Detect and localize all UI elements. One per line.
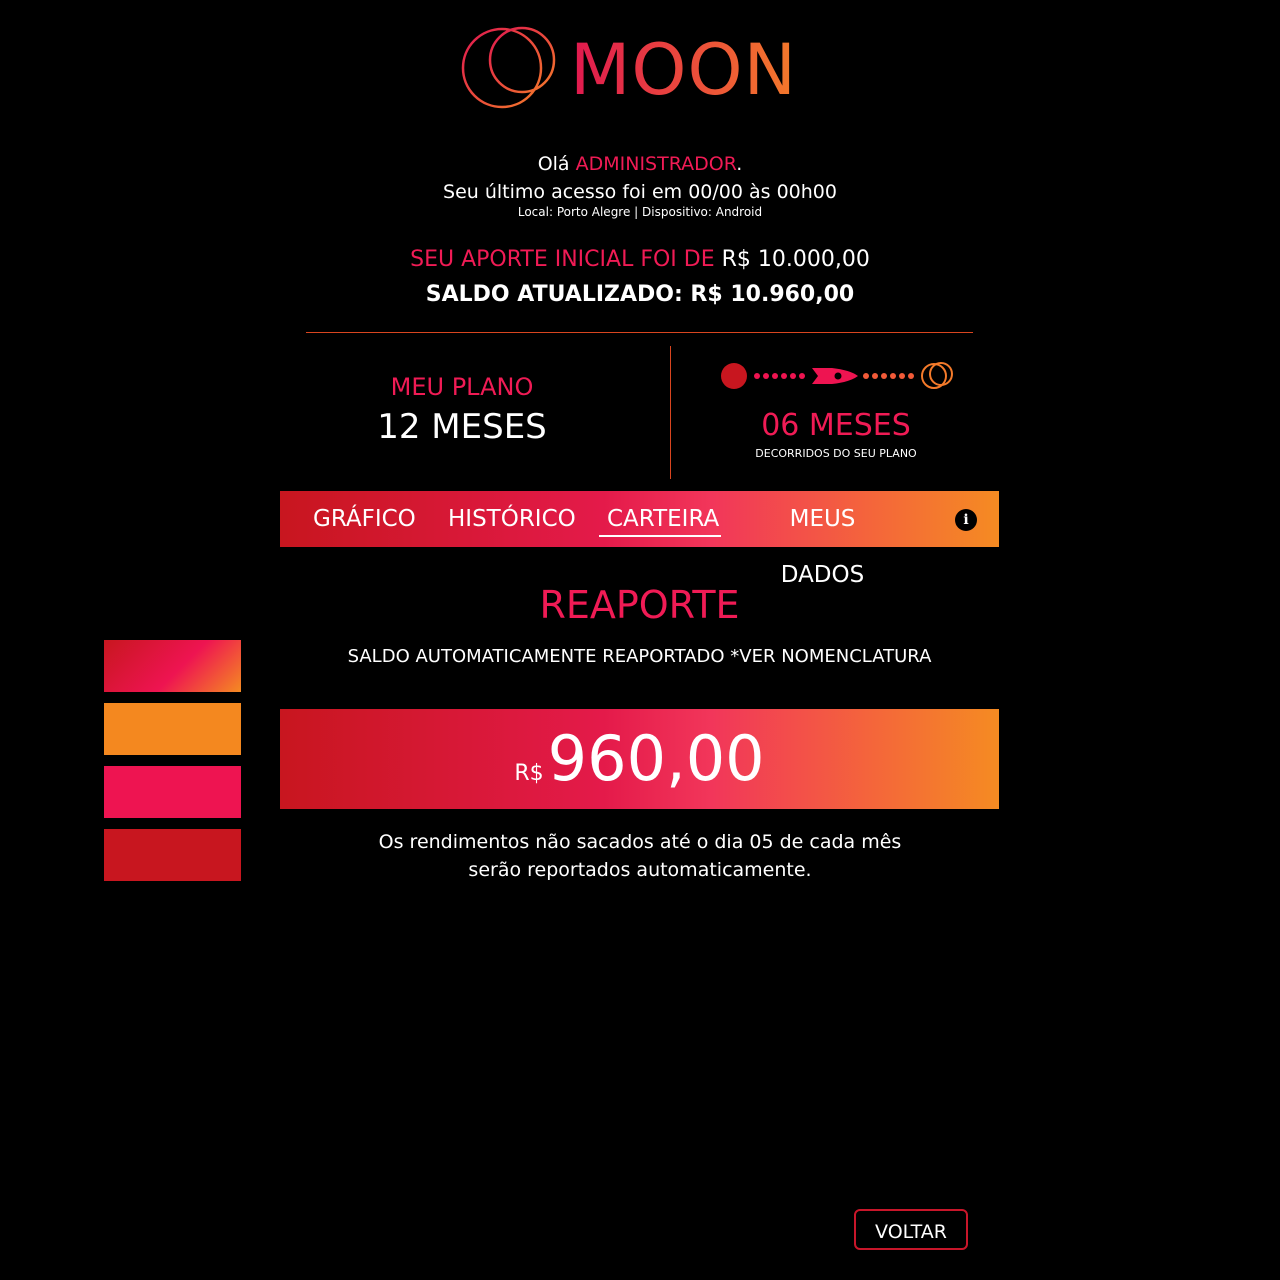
back-button[interactable]: VOLTAR (854, 1209, 968, 1250)
plan-progress (716, 358, 956, 394)
elapsed-months: 06 MESES (761, 408, 911, 443)
section-subtitle: SALDO AUTOMATICAMENTE REAPORTADO *VER NO… (347, 646, 932, 667)
tab-bar: GRÁFICO HISTÓRICO CARTEIRA MEUS DADOS i (280, 491, 999, 588)
note-line-1: Os rendimentos não sacados até o dia 05 … (378, 831, 902, 853)
amount: R$ 960,00 (280, 709, 999, 809)
swatch-gradient (104, 640, 241, 692)
section-title: REAPORTE (539, 583, 740, 627)
amount-banner: R$ 960,00 (280, 709, 999, 809)
divider (306, 332, 973, 333)
start-dot-icon (721, 363, 747, 389)
user-name: ADMINISTRADOR (575, 153, 737, 175)
moon-logo: MOON (460, 26, 796, 114)
currency-symbol: R$ (514, 760, 544, 786)
brand-name: MOON (570, 26, 797, 114)
device-info: Local: Porto Alegre | Dispositivo: Andro… (517, 205, 763, 219)
updated-balance: SALDO ATUALIZADO: R$ 10.960,00 (425, 282, 855, 307)
elapsed-label: DECORRIDOS DO SEU PLANO (755, 447, 917, 460)
info-icon[interactable]: i (955, 509, 977, 531)
initial-contribution: SEU APORTE INICIAL FOI DE R$ 10.000,00 (0, 246, 1280, 274)
note-line-2: serão reportados automaticamente. (468, 859, 812, 881)
greeting: Olá ADMINISTRADOR. (0, 150, 1280, 178)
tab-carteira[interactable]: CARTEIRA (599, 491, 721, 547)
swatch-orange (104, 703, 241, 755)
moon-rings-icon (461, 26, 556, 109)
vertical-divider (670, 346, 671, 479)
swatch-pink (104, 766, 241, 818)
amount-value: 960,00 (547, 722, 765, 795)
progress-dots-right (863, 373, 914, 379)
plan-label: MEU PLANO (390, 373, 534, 401)
last-access: Seu último acesso foi em 00/00 às 00h00 (443, 181, 837, 203)
initial-value: R$ 10.000,00 (721, 247, 870, 272)
rocket-icon (812, 368, 858, 384)
tab-historico[interactable]: HISTÓRICO (448, 491, 576, 547)
plan-value: 12 MESES (377, 407, 547, 447)
initial-label: SEU APORTE INICIAL FOI DE (410, 247, 715, 272)
greeting-prefix: Olá (537, 153, 576, 175)
tab-grafico[interactable]: GRÁFICO (313, 491, 416, 547)
greeting-suffix: . (736, 153, 743, 175)
tab-meus-dados[interactable]: MEUS DADOS (752, 491, 893, 588)
progress-dots (754, 373, 805, 379)
moon-goal-icon (921, 362, 953, 389)
